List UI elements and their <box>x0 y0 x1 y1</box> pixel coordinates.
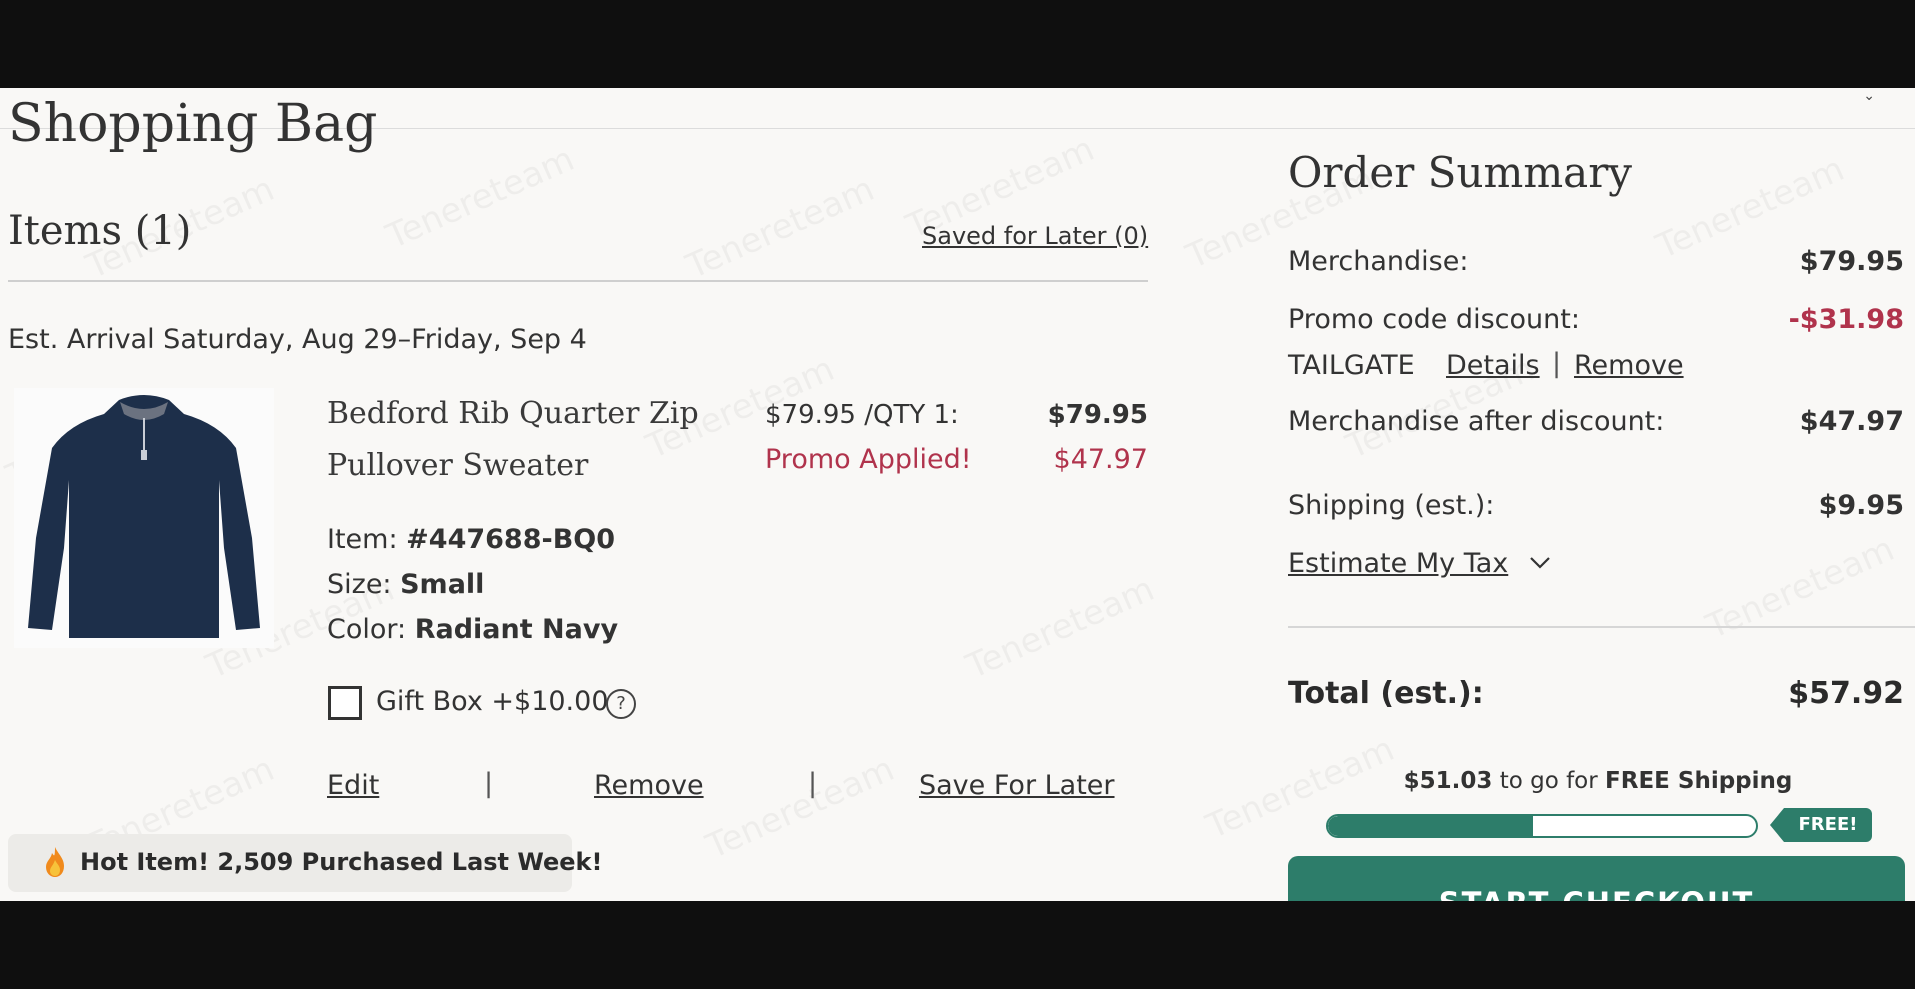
promo-separator: | <box>1552 348 1562 379</box>
size-value: Small <box>400 569 485 600</box>
fire-icon <box>46 847 64 877</box>
edit-link[interactable]: Edit <box>327 770 379 801</box>
hot-item-text: Hot Item! 2,509 Purchased Last Week! <box>80 848 603 876</box>
color-value: Radiant Navy <box>414 614 619 645</box>
sweater-image <box>28 395 260 638</box>
total-label: Total (est.): <box>1288 676 1484 711</box>
promo-remove-link[interactable]: Remove <box>1574 350 1684 381</box>
items-divider <box>8 280 1148 282</box>
item-number-label: Item: <box>327 524 407 555</box>
letterbox-top <box>0 0 1915 88</box>
merchandise-value: $79.95 <box>1799 246 1904 277</box>
promo-code: TAILGATE <box>1288 350 1415 381</box>
page-title: Shopping Bag <box>8 94 378 154</box>
watermark: Tenereteam <box>381 139 581 257</box>
save-for-later-link[interactable]: Save For Later <box>919 770 1115 801</box>
gift-box-checkbox[interactable] <box>328 686 362 720</box>
product-image[interactable] <box>14 388 274 648</box>
chevron-down-icon[interactable] <box>1528 550 1552 574</box>
shipping-value: $9.95 <box>1818 490 1904 521</box>
watermark: Tenereteam <box>961 569 1161 687</box>
watermark: Tenereteam <box>1701 529 1901 647</box>
remaining-amount: $51.03 <box>1403 768 1493 794</box>
estimate-tax-link[interactable]: Estimate My Tax <box>1288 548 1508 579</box>
promo-price: $47.97 <box>1053 444 1148 475</box>
remove-item-link[interactable]: Remove <box>594 770 704 801</box>
after-discount-value: $47.97 <box>1799 406 1904 437</box>
summary-divider <box>1288 626 1915 628</box>
estimated-arrival: Est. Arrival Saturday, Aug 29–Friday, Se… <box>8 324 587 355</box>
action-separator: | <box>484 768 494 799</box>
letterbox-bottom <box>0 901 1915 989</box>
total-value: $57.92 <box>1788 676 1904 711</box>
after-discount-label: Merchandise after discount: <box>1288 406 1665 437</box>
promo-applied-label: Promo Applied! <box>765 444 972 475</box>
items-count-heading: Items (1) <box>8 208 192 254</box>
line-price: $79.95 <box>1047 400 1148 430</box>
chevron-icon[interactable]: ⌄ <box>1863 88 1875 104</box>
start-checkout-button[interactable]: START CHECKOUT <box>1288 856 1905 901</box>
merchandise-label: Merchandise: <box>1288 246 1469 277</box>
item-number: Item: #447688-BQ0 <box>327 524 615 555</box>
shopping-bag-page: Tenereteam Tenereteam Tenereteam Teneret… <box>0 88 1915 901</box>
item-size: Size: Small <box>327 569 484 600</box>
saved-for-later-link[interactable]: Saved for Later (0) <box>922 222 1148 250</box>
action-separator: | <box>808 768 818 799</box>
shipping-message-middle: to go for <box>1492 768 1606 794</box>
unit-price-qty: $79.95 /QTY 1: <box>765 400 959 430</box>
gift-box-label[interactable]: Gift Box +$10.00 <box>376 686 609 717</box>
item-number-value: #447688-BQ0 <box>406 524 616 555</box>
promo-discount-value: -$31.98 <box>1788 304 1904 335</box>
promo-details-link[interactable]: Details <box>1446 350 1540 381</box>
color-label: Color: <box>327 614 415 645</box>
help-icon[interactable]: ? <box>606 689 636 719</box>
watermark: Tenereteam <box>681 169 881 287</box>
free-shipping-progress-bar <box>1326 814 1758 838</box>
promo-discount-label: Promo code discount: <box>1288 304 1580 335</box>
free-shipping-message: $51.03 to go for FREE Shipping <box>1288 768 1908 794</box>
shipping-label: Shipping (est.): <box>1288 490 1495 521</box>
free-badge: FREE! <box>1770 808 1872 842</box>
order-summary-title: Order Summary <box>1288 148 1632 197</box>
item-color: Color: Radiant Navy <box>327 614 618 645</box>
watermark: Tenereteam <box>701 749 901 867</box>
size-label: Size: <box>327 569 401 600</box>
progress-fill <box>1328 816 1534 836</box>
free-shipping-emphasis: FREE Shipping <box>1605 768 1793 794</box>
product-name[interactable]: Bedford Rib Quarter Zip Pullover Sweater <box>327 388 727 492</box>
